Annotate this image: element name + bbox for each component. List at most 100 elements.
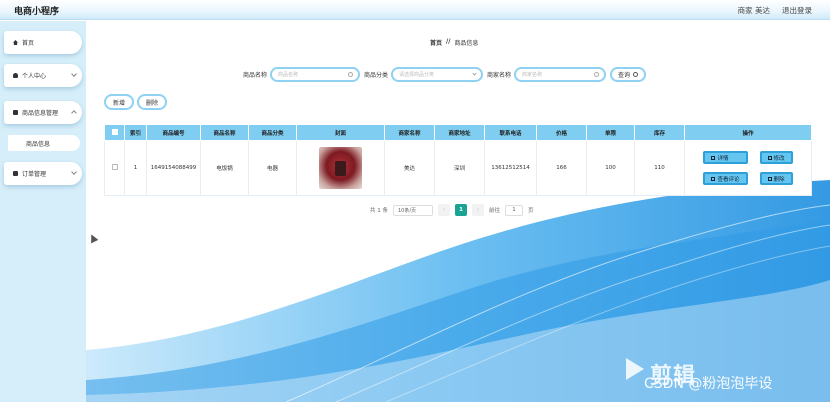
select-all-checkbox[interactable] [111,128,118,135]
goto-page-input[interactable]: 1 [505,204,524,216]
search-icon [594,72,600,77]
sidebar-item-orders[interactable]: 订单管理 [4,162,82,185]
top-bar: 电商小程序 商家 美达 退出登录 [0,0,830,20]
col-header: 单限 [586,124,635,141]
goods-icon [13,110,18,115]
cell-address: 深圳 [434,140,485,196]
chevron-right-icon: › [476,207,480,213]
chevron-down-icon [472,71,477,76]
detail-label: 详情 [717,155,729,162]
chevron-down-icon [71,71,77,77]
col-header: 库存 [634,124,685,141]
page-number-current[interactable]: 1 [455,204,467,216]
breadcrumb-current: 商品信息 [454,40,479,47]
row-checkbox[interactable] [111,164,118,170]
sidebar-item-goods-manage[interactable]: 商品信息管理 [4,101,82,124]
row-select-cell[interactable] [104,140,125,196]
action-bar: 新增 删除 [104,94,168,110]
breadcrumb-home[interactable]: 首页 [430,38,442,47]
goods-name-placeholder: 商品名称 [278,72,299,78]
app-title: 电商小程序 [14,7,60,17]
table-row: 1 1649154088499 电饭锅 电器 美达 深圳 13612512514… [104,140,812,196]
cell-name: 电饭锅 [200,140,249,196]
col-header: 商品分类 [248,124,297,141]
cell-cover [296,140,385,196]
sidebar: 首页 个人中心 商品信息管理 商品信息 订单管理 [0,21,86,402]
query-label: 查询 [618,72,631,79]
category-select[interactable]: 请选择商品分类 [391,67,484,82]
sidebar-item-label: 订单管理 [22,171,47,178]
query-button[interactable]: 查询 [610,67,647,82]
cell-limit: 100 [586,140,635,196]
col-header: 价格 [536,124,587,141]
sidebar-item-label: 首页 [22,40,35,47]
col-header: 封面 [296,124,385,141]
breadcrumb: 首页 // 商品信息 [430,38,478,47]
order-icon [13,171,18,176]
merchant-placeholder: 商家名称 [522,72,543,78]
sidebar-item-label: 个人中心 [22,73,47,80]
play-icon [626,358,644,380]
batch-delete-button[interactable]: 删除 [137,94,168,110]
logout-link[interactable]: 退出登录 [782,5,812,16]
cell-category: 电器 [248,140,297,196]
col-header: 商家名称 [384,124,435,141]
chevron-down-icon [71,169,77,175]
add-button[interactable]: 新增 [104,94,135,110]
goto-label: 前往 [489,208,501,214]
edit-icon [767,155,772,160]
cell-stock: 110 [634,140,685,196]
category-label: 商品分类 [364,72,389,79]
cover-image [319,147,362,189]
sidebar-subitem-goods-info[interactable]: 商品信息 [8,135,80,151]
merchant-name-input[interactable]: 商家名称 [514,67,607,82]
cell-merchant: 美达 [384,140,435,196]
goto-suffix: 页 [528,208,534,214]
cell-index: 1 [124,140,147,196]
sidebar-item-profile[interactable]: 个人中心 [4,64,82,87]
pagination: 共 1 条 10条/页 ‹ 1 › 前往 1 页 [370,204,534,216]
sidebar-item-label: 商品信息 [26,140,51,148]
col-header: 联系电话 [484,124,537,141]
page-size-value: 10条/页 [398,207,417,214]
user-icon [13,73,18,78]
select-all-cell[interactable] [104,124,125,141]
cell-code: 1649154088499 [146,140,201,196]
goods-name-label: 商品名称 [243,72,268,79]
cell-phone: 13612512514 [484,140,537,196]
row-operations: 详情 修改 查看评论 删除 [685,151,811,185]
col-header: 商品编号 [146,124,201,141]
cell-ops: 详情 修改 查看评论 删除 [684,140,812,196]
home-icon [13,40,18,45]
goods-name-input[interactable]: 商品名称 [270,67,361,82]
search-icon [633,72,639,77]
edit-label: 修改 [773,155,785,162]
search-icon [348,72,354,77]
detail-button[interactable]: 详情 [703,151,748,164]
edit-button[interactable]: 修改 [759,151,793,164]
sidebar-item-label: 商品信息管理 [22,110,59,117]
chevron-left-icon: ‹ [442,207,446,213]
view-reviews-button[interactable]: 查看评论 [703,172,748,185]
col-header: 商品名称 [200,124,249,141]
search-bar: 商品名称 商品名称 商品分类 请选择商品分类 商家名称 商家名称 查询 [243,67,647,82]
comment-icon [711,176,716,181]
trash-icon [767,176,772,181]
merchant-label: 商家名称 [487,72,512,79]
page-size-select[interactable]: 10条/页 [393,204,433,216]
goods-table: 索引 商品编号 商品名称 商品分类 封面 商家名称 商家地址 联系电话 价格 单… [104,124,812,196]
total-count: 共 1 条 [370,208,388,214]
col-header: 商家地址 [434,124,485,141]
next-page-button[interactable]: › [472,204,484,216]
delete-label: 删除 [773,176,785,183]
top-user-area: 商家 美达 退出登录 [738,5,812,16]
sidebar-item-home[interactable]: 首页 [4,31,82,54]
watermark-csdn: CSDN @粉泡泡毕设 [644,376,773,392]
col-header: 操作 [684,124,812,141]
cell-price: 166 [536,140,587,196]
prev-page-button[interactable]: ‹ [438,204,450,216]
delete-button[interactable]: 删除 [759,172,793,185]
table-header-row: 索引 商品编号 商品名称 商品分类 封面 商家名称 商家地址 联系电话 价格 单… [104,124,812,141]
current-user: 商家 美达 [737,6,770,15]
view-reviews-label: 查看评论 [717,176,740,183]
